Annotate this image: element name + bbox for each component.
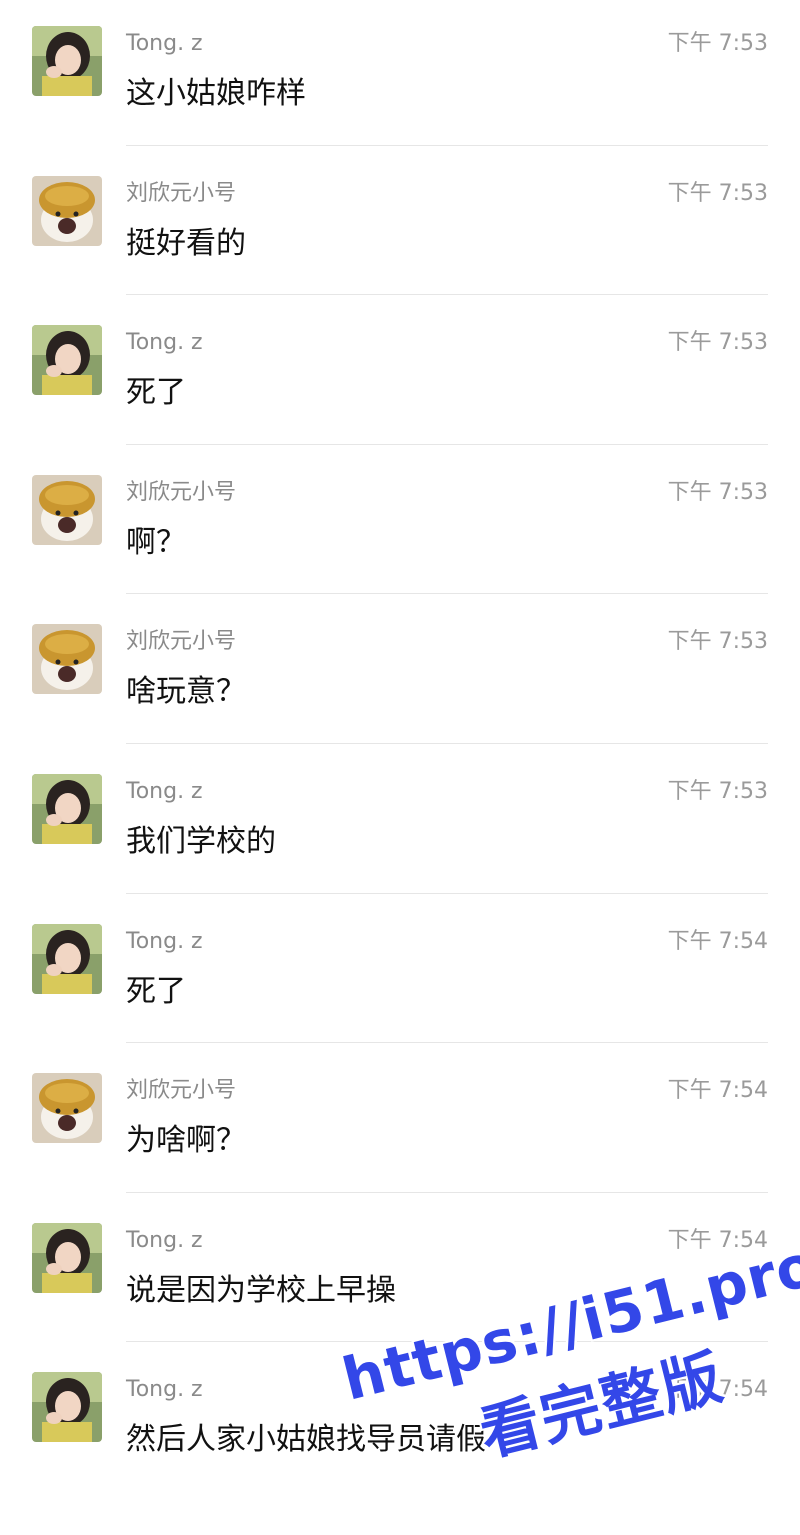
divider: [126, 742, 768, 744]
message-text: 然后人家小姑娘找导员请假: [126, 1422, 486, 1458]
message-time: 下午 7:53: [667, 629, 768, 655]
message-text: 啥玩意？: [126, 674, 246, 710]
message-time: 下午 7:54: [667, 1377, 768, 1403]
message-row[interactable]: 刘欣元小号 下午 7:53 啥玩意？: [0, 598, 800, 748]
message-text: 为啥啊？: [126, 1123, 246, 1159]
sender-name: Tong. z: [126, 31, 203, 56]
dog-avatar[interactable]: [32, 175, 102, 246]
message-row[interactable]: Tong. z 下午 7:54 死了: [0, 898, 800, 1048]
sender-name: Tong. z: [126, 1227, 203, 1253]
sender-name: 刘欣元小号: [126, 180, 237, 206]
message-row[interactable]: 刘欣元小号 下午 7:53 挺好看的: [0, 150, 800, 300]
divider: [126, 593, 768, 595]
girl-avatar[interactable]: [32, 773, 102, 844]
message-row[interactable]: 刘欣元小号 下午 7:53 啊？: [0, 449, 800, 599]
message-time: 下午 7:53: [667, 778, 768, 804]
message-text: 这小姑娘咋样: [126, 76, 306, 111]
message-text: 挺好看的: [126, 225, 246, 261]
message-text: 我们学校的: [126, 823, 276, 859]
sender-name: Tong. z: [126, 330, 203, 356]
message-row[interactable]: Tong. z 下午 7:54 说是因为学校上早操: [0, 1197, 800, 1347]
message-row[interactable]: Tong. z 下午 7:53 死了: [0, 299, 800, 449]
message-time: 下午 7:53: [667, 479, 768, 505]
girl-avatar[interactable]: [32, 325, 102, 396]
message-time: 下午 7:53: [667, 31, 768, 56]
message-time: 下午 7:53: [667, 180, 768, 206]
divider: [126, 1042, 768, 1044]
message-time: 下午 7:54: [667, 1078, 768, 1104]
message-row[interactable]: 刘欣元小号 下午 7:54 为啥啊？: [0, 1047, 800, 1197]
message-row[interactable]: Tong. z 下午 7:54 然后人家小姑娘找导员请假: [0, 1346, 800, 1496]
divider: [126, 1191, 768, 1193]
message-row[interactable]: Tong. z 下午 7:53 我们学校的: [0, 748, 800, 898]
divider: [126, 1341, 768, 1343]
message-row[interactable]: Tong. z 下午 7:53 这小姑娘咋样: [0, 0, 800, 150]
girl-avatar[interactable]: [32, 1372, 102, 1443]
dog-avatar[interactable]: [32, 474, 102, 545]
sender-name: 刘欣元小号: [126, 1078, 237, 1104]
divider: [126, 294, 768, 296]
message-text: 死了: [126, 375, 186, 411]
divider: [126, 443, 768, 445]
sender-name: Tong. z: [126, 928, 203, 954]
message-time: 下午 7:54: [667, 928, 768, 954]
divider: [126, 892, 768, 894]
dog-avatar[interactable]: [32, 1073, 102, 1144]
message-text: 啊？: [126, 524, 186, 560]
girl-avatar[interactable]: [32, 1222, 102, 1293]
sender-name: 刘欣元小号: [126, 629, 237, 655]
message-time: 下午 7:54: [667, 1227, 768, 1253]
girl-avatar[interactable]: [32, 923, 102, 994]
sender-name: Tong. z: [126, 778, 203, 804]
dog-avatar[interactable]: [32, 624, 102, 695]
chat-message-list: Tong. z 下午 7:53 这小姑娘咋样 刘欣元小号 下午 7:53 挺好看…: [0, 0, 800, 1496]
sender-name: Tong. z: [126, 1377, 203, 1403]
message-text: 死了: [126, 973, 186, 1009]
message-text: 说是因为学校上早操: [126, 1272, 396, 1308]
divider: [126, 144, 768, 146]
message-time: 下午 7:53: [667, 330, 768, 356]
girl-avatar[interactable]: [32, 26, 102, 96]
sender-name: 刘欣元小号: [126, 479, 237, 505]
